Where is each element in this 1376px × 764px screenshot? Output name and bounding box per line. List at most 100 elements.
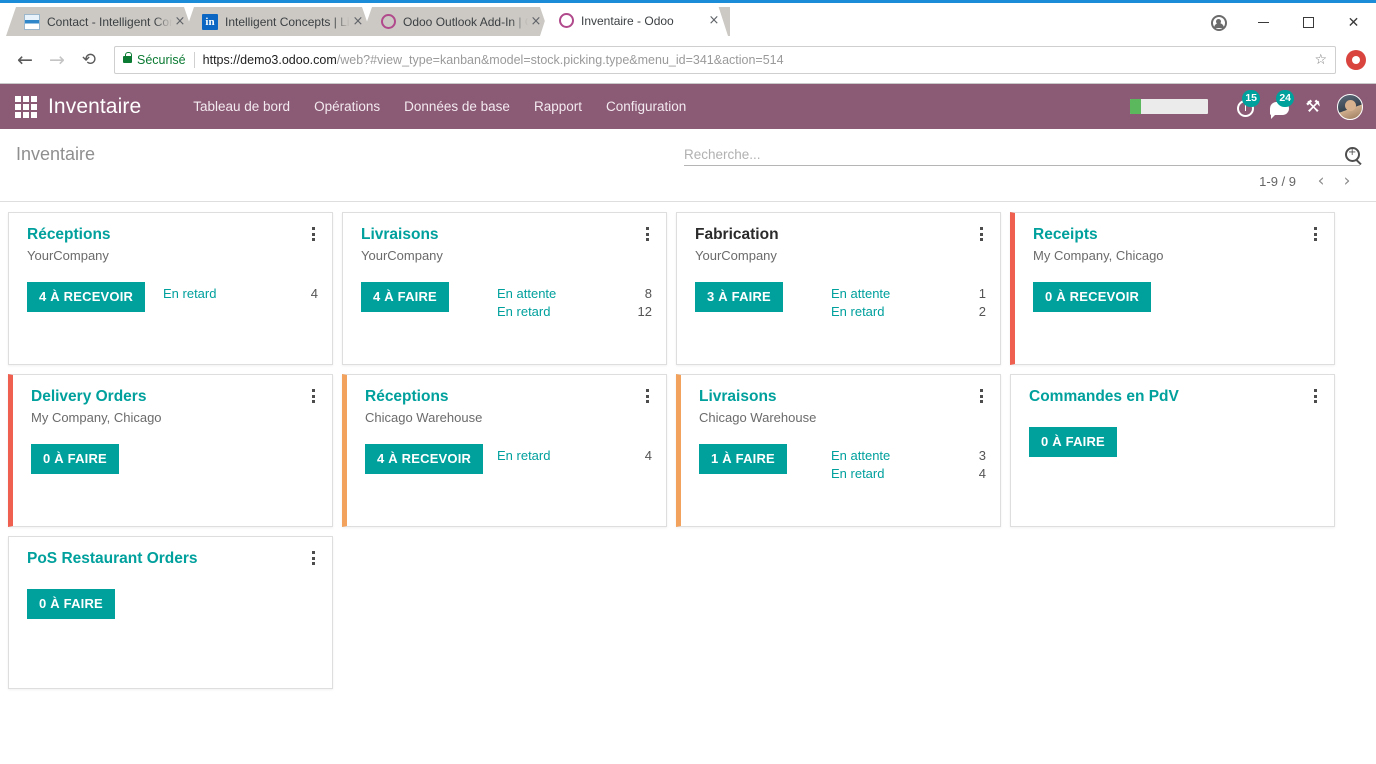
kanban-stat-row[interactable]: En attente 8 bbox=[497, 285, 652, 303]
kanban-primary-button[interactable]: 4 À FAIRE bbox=[361, 282, 449, 312]
kanban-primary-button[interactable]: 4 À RECEVOIR bbox=[365, 444, 484, 474]
bookmark-star-icon[interactable]: ☆ bbox=[1304, 52, 1327, 68]
kanban-card[interactable]: Livraisons YourCompany 4 À FAIRE En attente… bbox=[342, 212, 667, 365]
kanban-card-title[interactable]: Réceptions bbox=[365, 387, 652, 407]
secure-label: Sécurisé bbox=[137, 52, 186, 67]
kanban-card-menu-icon[interactable] bbox=[974, 225, 988, 243]
kanban-stat-row[interactable]: En attente 3 bbox=[831, 447, 986, 465]
kanban-card[interactable]: Delivery Orders My Company, Chicago 0 À FA… bbox=[8, 374, 333, 527]
kanban-card-title[interactable]: Receipts bbox=[1033, 225, 1320, 245]
extension-icon[interactable] bbox=[1346, 49, 1366, 70]
kanban-stat-row[interactable]: En retard 4 bbox=[497, 447, 652, 465]
kanban-stat-label: En attente bbox=[831, 286, 891, 301]
browser-tab-1[interactable]: Contact - Intelligent Con × bbox=[6, 7, 194, 36]
kanban-card-subtitle: My Company, Chicago bbox=[31, 410, 162, 425]
menu-item-donnees-de-base[interactable]: Données de base bbox=[392, 99, 522, 114]
developer-tools-button[interactable]: ⚒ bbox=[1296, 90, 1330, 124]
browser-tab-3[interactable]: Odoo Outlook Add-In | O × bbox=[362, 7, 550, 36]
kanban-stat-label: En retard bbox=[497, 304, 551, 319]
kanban-card-menu-icon[interactable] bbox=[306, 225, 320, 243]
window-minimize-button[interactable] bbox=[1241, 8, 1286, 38]
kanban-card-subtitle: YourCompany bbox=[361, 248, 443, 263]
apps-grid-icon[interactable] bbox=[13, 94, 39, 120]
kanban-stat-row[interactable]: En retard 12 bbox=[497, 303, 652, 321]
menu-item-rapport[interactable]: Rapport bbox=[522, 99, 594, 114]
kanban-card-body: 0 À FAIRE bbox=[27, 589, 318, 619]
pager-next-button[interactable]: › bbox=[1334, 173, 1360, 190]
menu-item-configuration[interactable]: Configuration bbox=[594, 99, 698, 114]
browser-tab-4-active[interactable]: Inventaire - Odoo × bbox=[540, 5, 728, 36]
kanban-card[interactable]: Commandes en PdV 0 À FAIRE bbox=[1010, 374, 1335, 527]
browser-tab-2[interactable]: in Intelligent Concepts | Lin × bbox=[184, 7, 372, 36]
kanban-card[interactable]: Fabrication YourCompany 3 À FAIRE En attent… bbox=[676, 212, 1001, 365]
kanban-card[interactable]: PoS Restaurant Orders 0 À FAIRE bbox=[8, 536, 333, 689]
kanban-primary-button[interactable]: 1 À FAIRE bbox=[699, 444, 787, 474]
search-icon[interactable] bbox=[1345, 145, 1360, 162]
kanban-card-title[interactable]: Livraisons bbox=[361, 225, 652, 245]
kanban-card-menu-icon[interactable] bbox=[1308, 387, 1322, 405]
messages-badge: 24 bbox=[1276, 89, 1294, 107]
window-controls: ✕ bbox=[1180, 6, 1376, 39]
menu-item-tableau-de-bord[interactable]: Tableau de bord bbox=[181, 99, 302, 114]
user-menu-button[interactable] bbox=[1330, 90, 1364, 124]
kanban-card-menu-icon[interactable] bbox=[1308, 225, 1322, 243]
kanban-stat-row[interactable]: En retard 4 bbox=[163, 285, 318, 303]
kanban-primary-button[interactable]: 0 À FAIRE bbox=[31, 444, 119, 474]
kanban-card-menu-icon[interactable] bbox=[640, 387, 654, 405]
messages-button[interactable]: 24 bbox=[1262, 89, 1296, 124]
kanban-primary-button[interactable]: 0 À FAIRE bbox=[1029, 427, 1117, 457]
reload-button[interactable]: ⟳ bbox=[74, 45, 104, 75]
tab-close-icon[interactable]: × bbox=[706, 13, 722, 28]
kanban-card[interactable]: Réceptions YourCompany 4 À RECEVOIR En reta… bbox=[8, 212, 333, 365]
kanban-stat-row[interactable]: En attente 1 bbox=[831, 285, 986, 303]
linkedin-favicon: in bbox=[202, 14, 218, 30]
kanban-view: Réceptions YourCompany 4 À RECEVOIR En reta… bbox=[0, 202, 1376, 698]
kanban-card-title[interactable]: Commandes en PdV bbox=[1029, 387, 1320, 407]
address-url-host: https://demo3.odoo.com bbox=[202, 52, 337, 67]
kanban-card-menu-icon[interactable] bbox=[640, 225, 654, 243]
kanban-stat-label: En retard bbox=[831, 304, 885, 319]
forward-button[interactable]: → bbox=[42, 45, 72, 75]
kanban-primary-button[interactable]: 4 À RECEVOIR bbox=[27, 282, 146, 312]
kanban-card-menu-icon[interactable] bbox=[974, 387, 988, 405]
activities-button[interactable]: 15 bbox=[1228, 89, 1262, 124]
kanban-card[interactable]: Réceptions Chicago Warehouse 4 À RECEVOIR E… bbox=[342, 374, 667, 527]
tab-close-icon[interactable]: × bbox=[350, 14, 366, 29]
kanban-stat-label: En retard bbox=[831, 466, 885, 481]
tab-close-icon[interactable]: × bbox=[528, 14, 544, 29]
kanban-card-menu-icon[interactable] bbox=[306, 387, 320, 405]
kanban-stat-label: En retard bbox=[163, 286, 217, 301]
kanban-primary-button[interactable]: 0 À RECEVOIR bbox=[1033, 282, 1152, 312]
kanban-card-menu-icon[interactable] bbox=[306, 549, 320, 567]
kanban-card-title[interactable]: Delivery Orders bbox=[31, 387, 318, 407]
kanban-primary-button[interactable]: 3 À FAIRE bbox=[695, 282, 783, 312]
browser-profile-button[interactable] bbox=[1196, 8, 1241, 38]
tab-close-icon[interactable]: × bbox=[172, 14, 188, 29]
kanban-primary-button[interactable]: 0 À FAIRE bbox=[27, 589, 115, 619]
search-view[interactable] bbox=[684, 143, 1360, 166]
kanban-stat-label: En retard bbox=[497, 448, 551, 463]
menu-item-operations[interactable]: Opérations bbox=[302, 99, 392, 114]
kanban-card[interactable]: Receipts My Company, Chicago 0 À RECEVOIR bbox=[1010, 212, 1335, 365]
lock-icon bbox=[123, 52, 132, 63]
kanban-stat-value: 2 bbox=[978, 304, 986, 319]
kanban-card[interactable]: Livraisons Chicago Warehouse 1 À FAIRE En a… bbox=[676, 374, 1001, 527]
app-brand-title[interactable]: Inventaire bbox=[48, 95, 141, 119]
window-close-button[interactable]: ✕ bbox=[1331, 8, 1376, 38]
pager-previous-button[interactable]: ‹ bbox=[1308, 173, 1334, 190]
profile-icon bbox=[1210, 14, 1227, 31]
kanban-stat-row[interactable]: En retard 2 bbox=[831, 303, 986, 321]
kanban-card-body: 4 À FAIRE En attente 8 En retard 12 bbox=[361, 282, 652, 321]
window-maximize-button[interactable] bbox=[1286, 8, 1331, 38]
kanban-stat-row[interactable]: En retard 4 bbox=[831, 465, 986, 483]
back-button[interactable]: ← bbox=[10, 45, 40, 75]
kanban-card-body: 0 À FAIRE bbox=[1029, 427, 1320, 457]
kanban-card-title[interactable]: Fabrication bbox=[695, 225, 986, 245]
kanban-stat-value: 12 bbox=[637, 304, 652, 319]
address-bar[interactable]: Sécurisé https://demo3.odoo.com/web?#vie… bbox=[114, 45, 1336, 74]
kanban-card-title[interactable]: Réceptions bbox=[27, 225, 318, 245]
kanban-card-subtitle: YourCompany bbox=[695, 248, 777, 263]
kanban-card-title[interactable]: PoS Restaurant Orders bbox=[27, 549, 318, 569]
search-input[interactable] bbox=[684, 146, 1345, 162]
kanban-card-title[interactable]: Livraisons bbox=[699, 387, 986, 407]
